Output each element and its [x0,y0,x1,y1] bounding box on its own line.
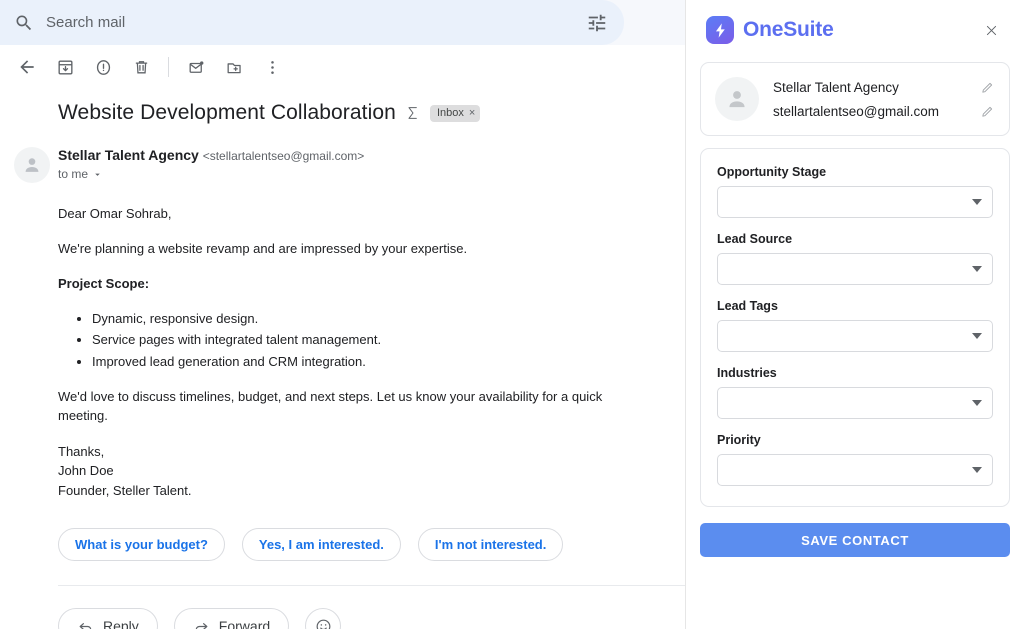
field-label: Opportunity Stage [717,165,993,179]
close-icon[interactable] [978,17,1004,43]
field-lead-tags: Lead Tags [717,299,993,352]
thread-sigma-icon [405,105,421,121]
contact-details: Stellar Talent Agency stellartalentseo@g… [773,80,995,119]
onesuite-panel: OneSuite Stellar Talent Agency [686,0,1024,629]
trash-icon[interactable] [122,48,160,86]
field-opportunity-stage: Opportunity Stage [717,165,993,218]
signature-line: John Doe [58,461,625,481]
body-closing: We'd love to discuss timelines, budget, … [58,388,625,426]
chevron-down-icon [972,400,982,406]
smart-reply-budget[interactable]: What is your budget? [58,528,225,561]
contact-email: stellartalentseo@gmail.com [773,104,980,119]
lead-tags-select[interactable] [717,320,993,352]
forward-label: Forward [219,618,270,629]
smart-reply-interested[interactable]: Yes, I am interested. [242,528,401,561]
body-scope-list: Dynamic, responsive design. Service page… [92,310,625,373]
search-bar[interactable] [0,0,624,45]
pencil-edit-icon[interactable] [980,80,995,95]
mark-as-unread-icon[interactable] [177,48,215,86]
search-icon [14,13,34,33]
mail-toolbar [0,45,685,89]
priority-select[interactable] [717,454,993,486]
subject-row: Website Development Collaboration Inbox … [58,101,685,125]
email-body: Dear Omar Sohrab, We're planning a websi… [58,205,625,500]
more-options-icon[interactable] [253,48,291,86]
move-to-folder-icon[interactable] [215,48,253,86]
chevron-down-icon [972,333,982,339]
search-input[interactable] [46,14,584,31]
chevron-down-icon [972,266,982,272]
smart-reply-chips: What is your budget? Yes, I am intereste… [58,528,685,561]
sender-block: Stellar Talent Agency <stellartalentseo@… [58,147,685,183]
sender-line: Stellar Talent Agency <stellartalentseo@… [58,147,364,163]
lead-source-select[interactable] [717,253,993,285]
panel-header: OneSuite [700,6,1010,54]
contact-name: Stellar Talent Agency [773,80,980,95]
page-title: Website Development Collaboration [58,101,396,125]
search-strip [0,0,685,45]
close-icon[interactable]: × [469,108,475,119]
body-greeting: Dear Omar Sohrab, [58,205,625,224]
contact-email-row: stellartalentseo@gmail.com [773,104,995,119]
field-priority: Priority [717,433,993,486]
signature-line: Founder, Steller Talent. [58,481,625,501]
field-label: Lead Tags [717,299,993,313]
field-lead-source: Lead Source [717,232,993,285]
mail-pane: Website Development Collaboration Inbox … [0,0,686,629]
email-actions: Reply Forward [58,608,685,629]
chevron-down-icon [92,169,103,180]
recipient-toggle[interactable]: to me [58,167,364,181]
reply-label: Reply [103,618,139,629]
reply-button[interactable]: Reply [58,608,158,629]
field-label: Lead Source [717,232,993,246]
lightning-bolt-logo-icon [706,16,734,44]
emoji-smiley-icon[interactable] [305,608,341,629]
label-chip-text: Inbox [437,108,464,119]
report-spam-icon[interactable] [84,48,122,86]
app-root: Website Development Collaboration Inbox … [0,0,1024,629]
email-thread: Website Development Collaboration Inbox … [0,89,685,629]
archive-icon[interactable] [46,48,84,86]
sender-email: <stellartalentseo@gmail.com> [203,149,365,163]
chevron-down-icon [972,199,982,205]
smart-reply-not-interested[interactable]: I'm not interested. [418,528,563,561]
signature-line: Thanks, [58,442,625,462]
body-intro: We're planning a website revamp and are … [58,240,625,259]
list-item: Dynamic, responsive design. [92,310,625,329]
save-contact-button[interactable]: SAVE CONTACT [700,523,1010,557]
forward-arrow-icon [193,618,210,629]
forward-button[interactable]: Forward [174,608,289,629]
recipient-label: to me [58,167,88,181]
section-divider [58,585,685,586]
sender-name: Stellar Talent Agency [58,147,199,163]
avatar [715,77,759,121]
body-scope-heading: Project Scope: [58,275,625,294]
contact-card: Stellar Talent Agency stellartalentseo@g… [700,62,1010,136]
brand-name: OneSuite [743,18,834,42]
list-item: Improved lead generation and CRM integra… [92,353,625,372]
industries-select[interactable] [717,387,993,419]
field-label: Industries [717,366,993,380]
tune-filter-icon[interactable] [584,10,610,36]
field-label: Priority [717,433,993,447]
toolbar-divider [168,57,169,77]
label-chip-inbox[interactable]: Inbox × [430,105,480,122]
back-arrow-icon[interactable] [8,48,46,86]
pencil-edit-icon[interactable] [980,104,995,119]
email-signature: Thanks, John Doe Founder, Steller Talent… [58,442,625,501]
opportunity-stage-select[interactable] [717,186,993,218]
chevron-down-icon [972,467,982,473]
list-item: Service pages with integrated talent man… [92,331,625,350]
contact-form: Opportunity Stage Lead Source Lead Tags [700,148,1010,507]
reply-arrow-icon [77,618,94,629]
contact-name-row: Stellar Talent Agency [773,80,995,95]
field-industries: Industries [717,366,993,419]
avatar [14,147,50,183]
